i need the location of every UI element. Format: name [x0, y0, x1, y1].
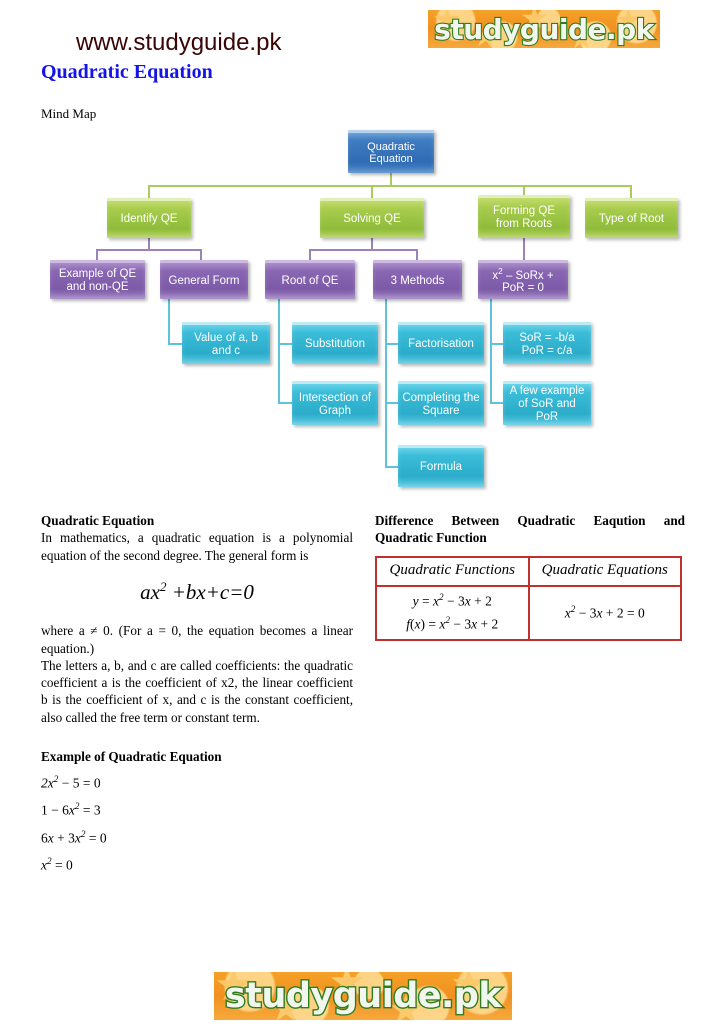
connector-root-down — [390, 173, 392, 185]
general-form-formula: ax2 +bx+c=0 — [140, 578, 254, 604]
node-label: Substitution — [304, 338, 366, 351]
example-equation-3: 6x + 3x2 = 0 — [41, 828, 107, 846]
connector-solving-down — [371, 237, 373, 249]
connector-level1-bus — [148, 185, 632, 187]
node-label: SoR = -b/a PoR = c/a — [519, 331, 575, 357]
example-equation-2: 1 − 6x2 = 3 — [41, 801, 101, 818]
node-label: Example of QE and non-QE — [58, 268, 137, 293]
connector-3-methods-to-formula — [385, 466, 398, 468]
table-header-quadratic-functions: Quadratic Functions — [375, 555, 530, 588]
mindmap-node-forming-qe-from-roots[interactable]: Forming QE from Roots — [478, 195, 570, 238]
section-heading-examples: Example of Quadratic Equation — [41, 749, 222, 765]
mindmap-node-3-methods[interactable]: 3 Methods — [373, 260, 462, 299]
connector-forming-down — [523, 237, 525, 261]
mindmap-node-type-of-root[interactable]: Type of Root — [585, 198, 678, 238]
connector-3-methods-down — [385, 299, 387, 467]
footer-logo-banner: ★ ★ ★ ★ ★ studyguide.pk — [214, 972, 512, 1020]
table-header-quadratic-equations: Quadratic Equations — [527, 555, 682, 588]
paragraph-coefficients: The letters a, b, and c are called coeff… — [41, 657, 353, 725]
mindmap-node-identify-qe[interactable]: Identify QE — [107, 198, 191, 238]
mindmap-node-root-of-qe[interactable]: Root of QE — [265, 260, 355, 299]
left-text-column: Quadratic Equation In mathematics, a qua… — [41, 512, 353, 874]
connector-root-of-qe-to-substitution — [278, 343, 292, 345]
mindmap-node-intersection-of-graph[interactable]: Intersection of Graph — [292, 381, 378, 425]
example-equation-1: 2x2 − 5 = 0 — [41, 774, 101, 791]
node-label: General Form — [168, 274, 240, 287]
connector-identify-down — [148, 237, 150, 249]
mindmap-node-solving-qe[interactable]: Solving QE — [320, 198, 424, 238]
table-row: y = x2 − 3x + 2 f(x) = x2 − 3x + 2 x2 − … — [375, 585, 682, 641]
connector-3-methods-to-factorisation — [385, 343, 398, 345]
paragraph-definition: In mathematics, a quadratic equation is … — [41, 530, 353, 563]
connector-3-methods-to-completing — [385, 402, 398, 404]
section-heading-quadratic-equation: Quadratic Equation — [41, 513, 155, 528]
connector-general-form-to-value — [168, 343, 182, 345]
node-label: Factorisation — [408, 338, 474, 351]
table-cell-equations: x2 − 3x + 2 = 0 — [527, 585, 682, 641]
node-label: A few example of SoR and PoR — [509, 385, 585, 423]
connector-solving-bus — [309, 249, 418, 251]
node-label: Solving QE — [343, 213, 401, 226]
studyguide-logo-text: studyguide.pk — [223, 975, 503, 1018]
mindmap-node-root[interactable]: Quadratic Equation — [348, 130, 434, 173]
example-equation-4: x2 = 0 — [41, 855, 73, 873]
mindmap-node-completing-the-square[interactable]: Completing the Square — [398, 381, 484, 425]
mindmap-node-sor-por-formulas[interactable]: SoR = -b/a PoR = c/a — [503, 322, 591, 364]
paragraph-nonzero-condition: where a ≠ 0. (For a = 0, the equation be… — [41, 623, 353, 656]
node-label: Forming QE from Roots — [493, 205, 555, 230]
connector-root-of-qe-to-intersection — [278, 402, 292, 404]
mindmap-node-general-form[interactable]: General Form — [160, 260, 248, 299]
node-label: Identify QE — [120, 213, 178, 226]
connector-general-form-down — [168, 299, 170, 343]
mindmap-node-a-few-example-sor-por[interactable]: A few example of SoR and PoR — [503, 381, 591, 425]
node-label: x2 – SoRx + PoR = 0 — [492, 266, 554, 295]
mindmap-node-sorx-por-equation[interactable]: x2 – SoRx + PoR = 0 — [478, 260, 568, 299]
connector-identify-bus — [96, 249, 202, 251]
table-header-row: Quadratic Functions Quadratic Equations — [375, 555, 682, 588]
node-label: Quadratic Equation — [367, 140, 415, 165]
table-cell-functions: y = x2 − 3x + 2 f(x) = x2 − 3x + 2 — [375, 585, 530, 641]
node-label: Intersection of Graph — [298, 391, 372, 417]
node-label: Root of QE — [281, 274, 339, 287]
node-label: Formula — [419, 461, 463, 474]
mindmap-node-formula[interactable]: Formula — [398, 445, 484, 487]
mindmap-node-factorisation[interactable]: Factorisation — [398, 322, 484, 364]
node-label: 3 Methods — [390, 274, 445, 287]
right-text-column: Difference Between Quadratic Eaqution an… — [375, 512, 685, 641]
node-label: Value of a, b and c — [194, 331, 258, 357]
mindmap-node-example-of-qe[interactable]: Example of QE and non-QE — [50, 260, 145, 299]
connector-sorx-down — [490, 299, 492, 404]
mindmap-node-value-of-a-b-c[interactable]: Value of a, b and c — [182, 322, 270, 364]
section-heading-difference: Difference Between Quadratic Eaqution an… — [375, 513, 685, 546]
connector-sorx-to-sor-por — [490, 343, 503, 345]
connector-root-of-qe-down — [278, 299, 280, 404]
comparison-table: Quadratic Functions Quadratic Equations … — [375, 555, 682, 641]
connector-sorx-to-a-few-example — [490, 402, 503, 404]
mind-map-diagram: Quadratic Equation Identify QE Solving Q… — [0, 0, 724, 500]
mindmap-node-substitution[interactable]: Substitution — [292, 322, 378, 364]
node-label: Completing the Square — [402, 391, 480, 417]
node-label: Type of Root — [598, 213, 665, 226]
